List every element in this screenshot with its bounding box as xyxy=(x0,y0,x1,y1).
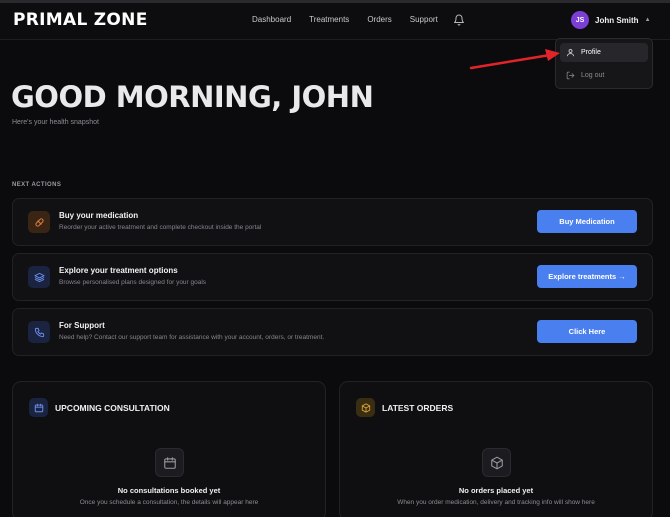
empty-state-title: No orders placed yet xyxy=(458,486,534,495)
layers-icon xyxy=(33,272,45,282)
section-label-next-actions: NEXT ACTIONS xyxy=(12,182,62,188)
dropdown-profile-label: Profile xyxy=(581,49,601,56)
action-title: Explore your treatment options xyxy=(59,266,178,275)
bell-icon[interactable] xyxy=(453,14,465,26)
dropdown-item-logout[interactable]: Log out xyxy=(560,66,648,85)
empty-state-title: No consultations booked yet xyxy=(117,486,221,495)
action-description: Browse personalised plans designed for y… xyxy=(59,279,207,286)
user-name: John Smith xyxy=(595,15,639,25)
action-card-support: For Support Need help? Contact our suppo… xyxy=(12,308,653,356)
user-icon xyxy=(567,49,574,57)
main-nav: Dashboard Treatments Orders Support xyxy=(252,15,456,24)
dropdown-logout-label: Log out xyxy=(581,72,605,79)
action-description: Reorder your active treatment and comple… xyxy=(59,224,262,231)
user-menu-toggle[interactable]: JS John Smith ▲ xyxy=(571,11,651,29)
empty-state-description: Once you schedule a consultation, the de… xyxy=(79,499,259,506)
dropdown-item-profile[interactable]: Profile xyxy=(560,43,648,62)
support-click-here-button[interactable]: Click Here xyxy=(537,320,637,343)
empty-state-icon-box xyxy=(155,448,184,477)
page-title: GOOD MORNING, JOHN xyxy=(11,80,374,114)
action-icon-box xyxy=(28,321,50,343)
action-card-treatments: Explore your treatment options Browse pe… xyxy=(12,253,653,301)
action-icon-box xyxy=(28,211,50,233)
action-description: Need help? Contact our support team for … xyxy=(59,334,325,341)
top-navbar: PRIMAL ZONE Dashboard Treatments Orders … xyxy=(0,3,670,40)
calendar-icon xyxy=(163,456,176,469)
box-icon xyxy=(490,456,503,469)
panel-icon-box xyxy=(29,398,48,417)
nav-orders[interactable]: Orders xyxy=(367,15,391,24)
buy-medication-button[interactable]: Buy Medication xyxy=(537,210,637,233)
box-icon xyxy=(361,402,370,413)
panel-title: LATEST ORDERS xyxy=(382,403,454,413)
chevron-up-icon: ▲ xyxy=(644,17,651,23)
empty-state-description: When you order medication, delivery and … xyxy=(397,499,595,506)
annotation-arrow xyxy=(469,49,560,70)
nav-dashboard[interactable]: Dashboard xyxy=(252,15,291,24)
nav-treatments[interactable]: Treatments xyxy=(309,15,349,24)
calendar-icon xyxy=(34,403,43,412)
phone-icon xyxy=(34,327,44,337)
action-title: Buy your medication xyxy=(59,211,139,220)
panel-upcoming-consultation: UPCOMING CONSULTATION No consultations b… xyxy=(12,381,326,517)
avatar: JS xyxy=(571,11,589,29)
panel-icon-box xyxy=(356,398,375,417)
page-subtitle: Here's your health snapshot xyxy=(12,119,99,126)
nav-support[interactable]: Support xyxy=(410,15,438,24)
user-dropdown-menu: Profile Log out xyxy=(555,38,653,89)
panel-latest-orders: LATEST ORDERS No orders placed yet When … xyxy=(339,381,653,517)
action-title: For Support xyxy=(59,321,105,330)
explore-treatments-button[interactable]: Explore treatments → xyxy=(537,265,637,288)
panel-title: UPCOMING CONSULTATION xyxy=(55,403,170,413)
brand-logo[interactable]: PRIMAL ZONE xyxy=(13,10,148,30)
pill-icon xyxy=(34,217,44,227)
action-icon-box xyxy=(28,266,50,288)
logout-icon xyxy=(566,71,575,80)
empty-state-icon-box xyxy=(482,448,511,477)
action-card-medication: Buy your medication Reorder your active … xyxy=(12,198,653,246)
